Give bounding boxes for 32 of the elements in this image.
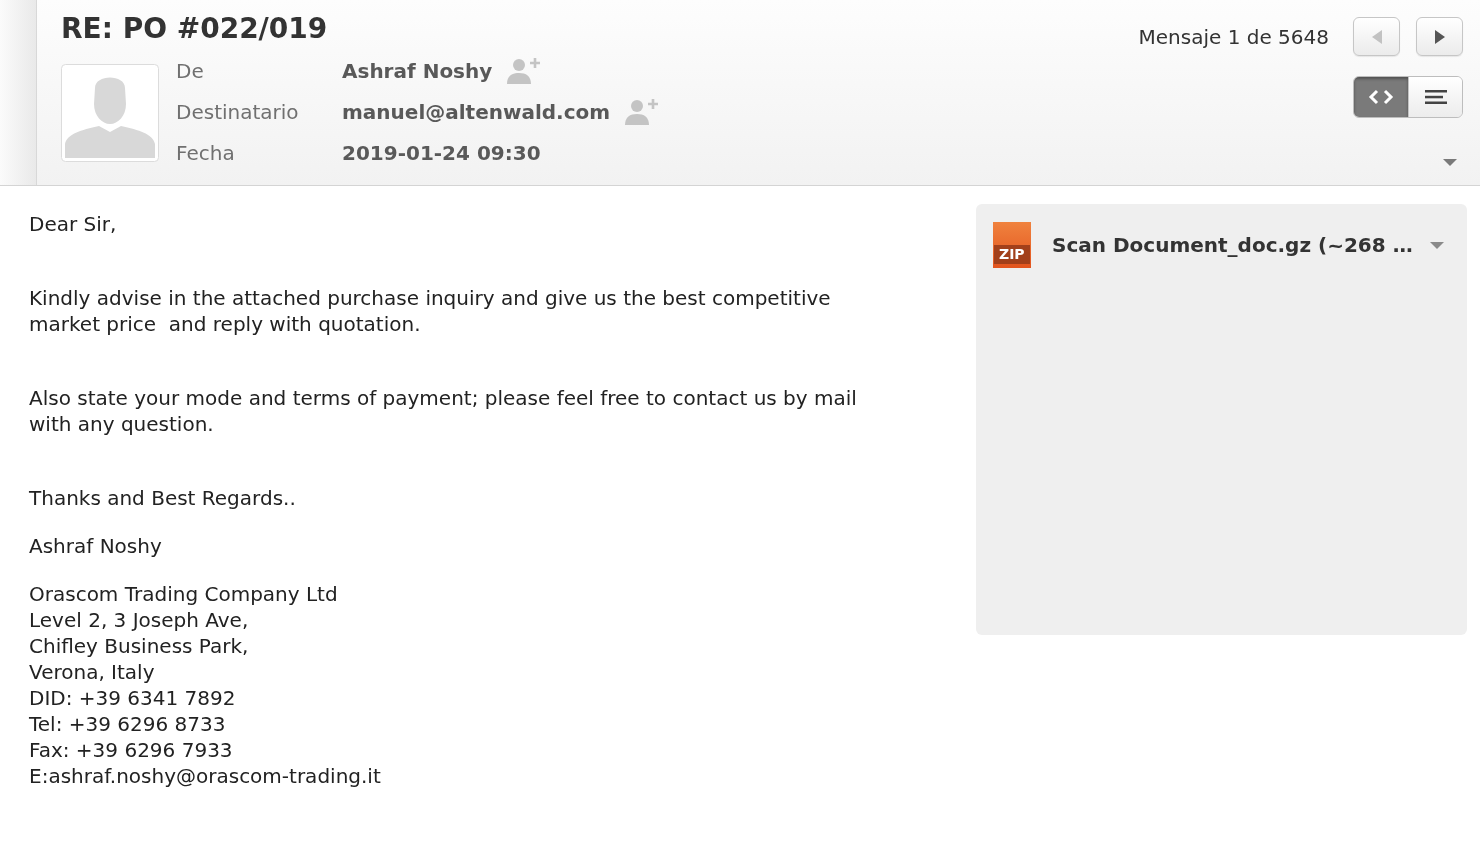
signature-line: Verona, Italy bbox=[29, 659, 155, 685]
right-triangle-icon bbox=[1432, 28, 1447, 45]
field-label: Fecha bbox=[176, 140, 235, 165]
body-paragraph: Kindly advise in the attached purchase inquiry and give us the best competitive market price and reply with quotation. bbox=[29, 285, 832, 337]
signature-line: Fax: +39 6296 7933 bbox=[29, 737, 233, 763]
body-paragraph: Also state your mode and terms of payment; please feel free to contact us by mail with any question. bbox=[29, 385, 858, 437]
signature-line: Level 2, 3 Joseph Ave, bbox=[29, 607, 249, 633]
field-value: Ashraf Noshy bbox=[342, 58, 493, 83]
signature-name: Ashraf Noshy bbox=[29, 533, 162, 559]
signature-line: E:ashraf.noshy@orascom-trading.it bbox=[29, 763, 381, 789]
dropdown-caret-icon[interactable] bbox=[1429, 240, 1445, 250]
message-subject: RE: PO #022/019 bbox=[61, 11, 328, 47]
file-type-label: ZIP bbox=[994, 245, 1030, 264]
avatar-silhouette-icon bbox=[61, 64, 159, 162]
code-brackets-icon bbox=[1368, 89, 1394, 105]
body-paragraph: Dear Sir, bbox=[29, 211, 117, 237]
text-lines-icon bbox=[1422, 89, 1449, 105]
field-value: 2019-01-24 09:30 bbox=[342, 140, 541, 165]
next-button[interactable] bbox=[1416, 17, 1463, 56]
attachment-name[interactable]: Scan Document_doc.gz (~268 … bbox=[1052, 233, 1413, 257]
signature-line: Orascom Trading Company Ltd bbox=[29, 581, 338, 607]
field-label: Destinatario bbox=[176, 99, 299, 124]
signature-line: DID: +39 6341 7892 bbox=[29, 685, 236, 711]
message-counter: Mensaje 1 de 5648 bbox=[1138, 24, 1329, 49]
closing-line: Thanks and Best Regards.. bbox=[29, 485, 296, 511]
signature-line: Chifley Business Park, bbox=[29, 633, 249, 659]
field-label: De bbox=[176, 58, 204, 83]
html-view-button[interactable] bbox=[1354, 77, 1408, 117]
expand-caret-icon[interactable] bbox=[1442, 158, 1458, 167]
plain-view-button[interactable] bbox=[1408, 77, 1462, 117]
signature-line: Tel: +39 6296 8733 bbox=[29, 711, 226, 737]
field-value: manuel@altenwald.com bbox=[342, 99, 611, 124]
